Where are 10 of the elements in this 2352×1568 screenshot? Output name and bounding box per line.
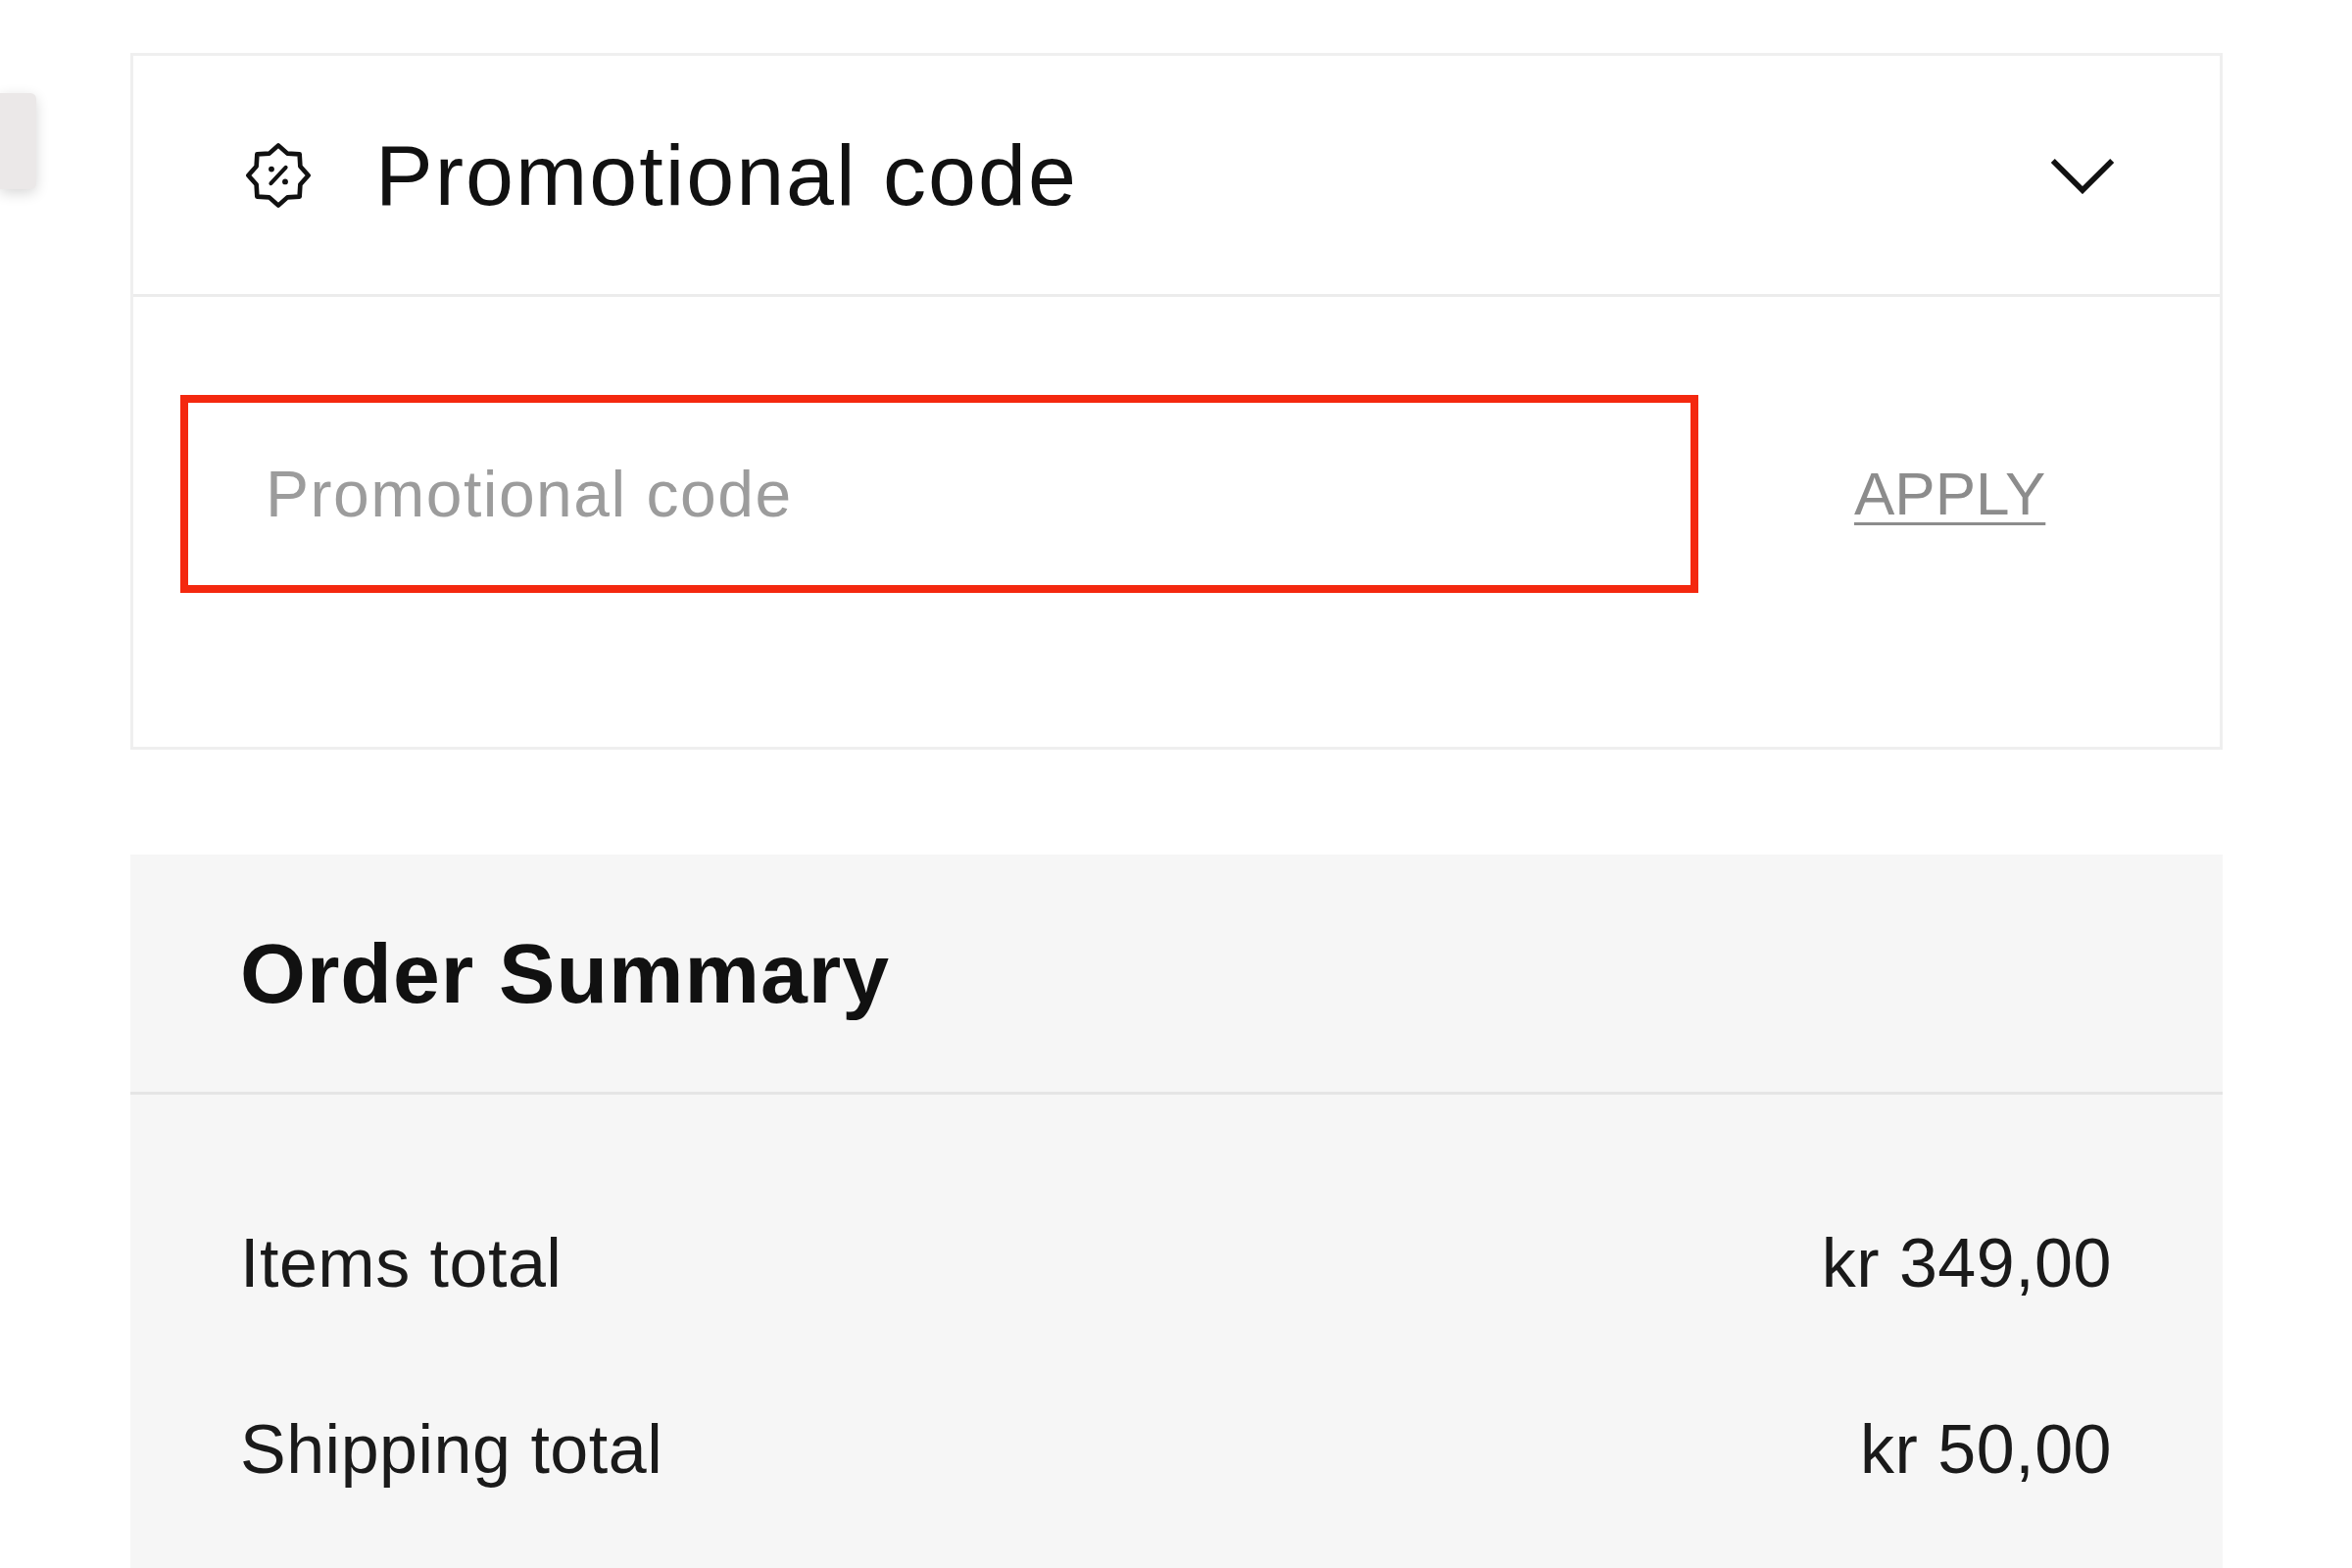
summary-title: Order Summary (240, 924, 891, 1022)
discount-badge-icon (244, 140, 313, 210)
section-title: Promotional code (375, 124, 1078, 225)
chevron-icon[interactable] (2049, 156, 2116, 194)
row-label: Shipping total (240, 1409, 663, 1490)
row-value: kr 349,00 (1821, 1223, 2112, 1303)
apply-link[interactable]: APPLY (1854, 459, 2046, 529)
row-label: Items total (240, 1223, 563, 1303)
input-field[interactable]: Promotional code (180, 395, 1698, 593)
row-value: kr 50,00 (1860, 1409, 2112, 1490)
